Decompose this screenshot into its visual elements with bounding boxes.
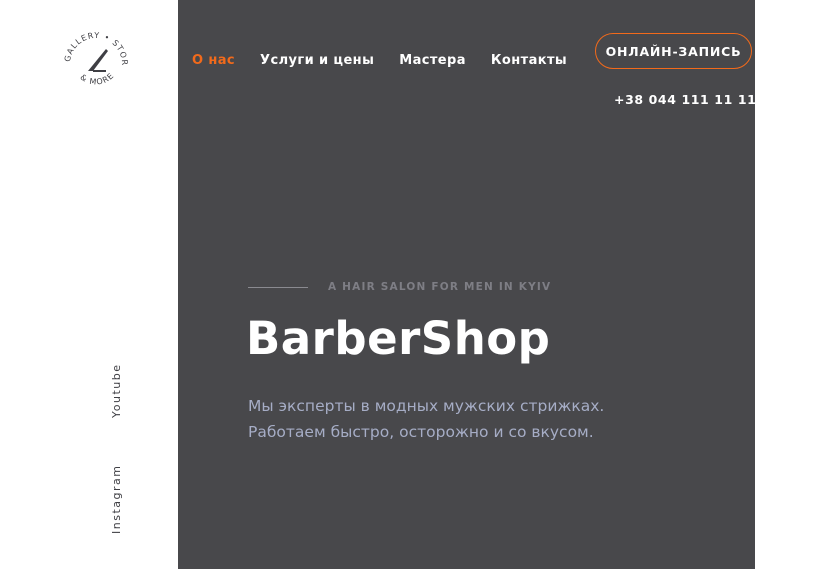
logo[interactable]: GALLERY • STORE & MORE	[57, 23, 136, 90]
nav-item-contacts[interactable]: Контакты	[491, 53, 567, 68]
main-nav: О нас Услуги и цены Мастера Контакты	[192, 53, 592, 68]
hero-lead: Мы эксперты в модных мужских стрижках. Р…	[248, 393, 668, 445]
svg-text:& MORE: & MORE	[79, 71, 116, 87]
razor-icon	[88, 49, 108, 72]
svg-text:GALLERY • STORE: GALLERY • STORE	[60, 30, 129, 66]
nav-item-services[interactable]: Услуги и цены	[260, 53, 374, 68]
logo-text-top: GALLERY • STORE	[57, 23, 128, 66]
hero-lead-line-2: Работаем быстро, осторожно и со вкусом.	[248, 423, 594, 441]
eyebrow-divider	[248, 287, 308, 288]
instagram-link[interactable]: Instagram	[110, 465, 123, 534]
hero-eyebrow: A HAIR SALON FOR MEN IN KYIV	[328, 281, 552, 293]
logo-emblem: GALLERY • STORE & MORE	[57, 23, 129, 87]
logo-text-bottom: & MORE	[79, 71, 115, 87]
youtube-link[interactable]: Youtube	[110, 364, 123, 419]
phone-link[interactable]: +38 044 111 11 11	[614, 92, 756, 107]
sidebar: GALLERY • STORE & MORE Youtube Instagram	[0, 0, 178, 569]
hero-section: О нас Услуги и цены Мастера Контакты ОНЛ…	[178, 0, 756, 569]
hero-lead-line-1: Мы эксперты в модных мужских стрижках.	[248, 397, 605, 415]
nav-item-masters[interactable]: Мастера	[399, 53, 466, 68]
nav-item-about[interactable]: О нас	[192, 53, 235, 68]
online-booking-button[interactable]: ОНЛАЙН-ЗАПИСЬ	[595, 33, 752, 69]
hero-title: BarberShop	[246, 312, 551, 365]
